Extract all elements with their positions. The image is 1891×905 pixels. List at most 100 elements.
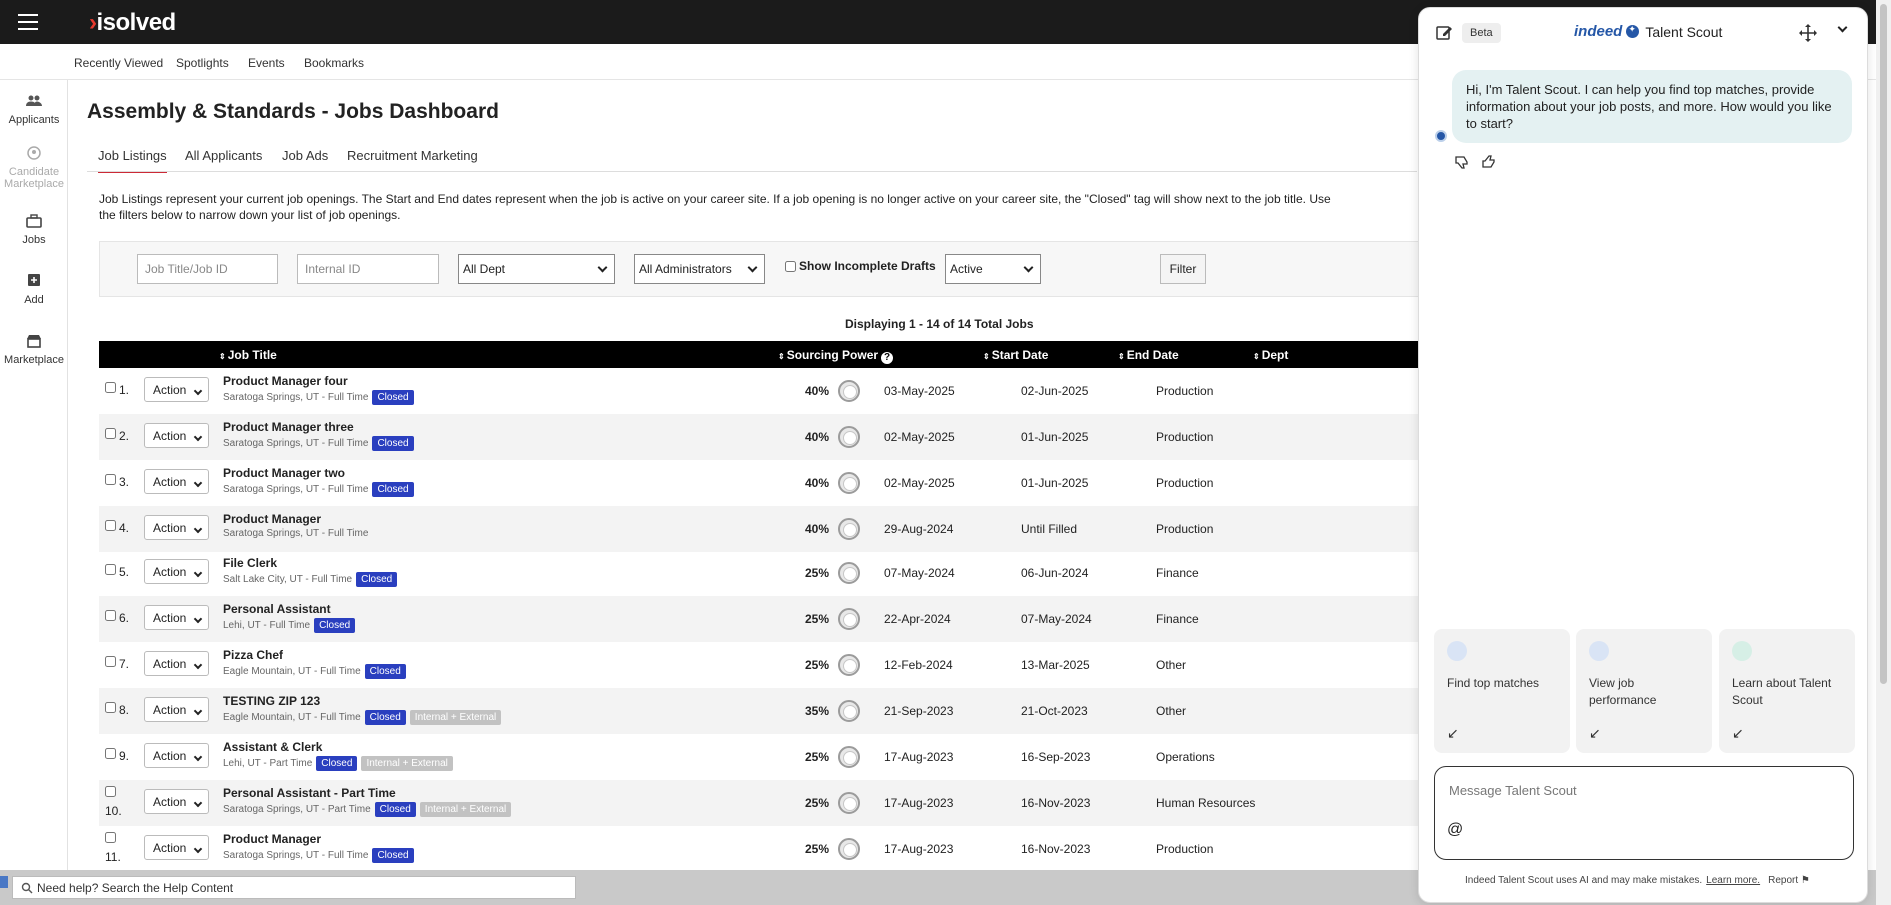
column-sourcing-power[interactable]: ⇕ Sourcing Power? — [778, 348, 894, 364]
tab-job-ads[interactable]: Job Ads — [282, 148, 328, 163]
status-select[interactable]: Active — [945, 254, 1041, 284]
action-dropdown[interactable]: Action — [144, 743, 209, 768]
end-date: 06-Jun-2024 — [1021, 566, 1089, 580]
card-find-top-matches[interactable]: Find top matches ↙ — [1434, 629, 1570, 753]
sourcing-power-ring-icon[interactable] — [838, 654, 860, 676]
sourcing-power-ring-icon[interactable] — [838, 700, 860, 722]
row-checkbox[interactable] — [105, 428, 116, 439]
action-dropdown[interactable]: Action — [144, 515, 209, 540]
sourcing-power-ring-icon[interactable] — [838, 518, 860, 540]
action-dropdown[interactable]: Action — [144, 559, 209, 584]
incomplete-drafts-checkbox-box[interactable] — [785, 260, 796, 272]
filter-button[interactable]: Filter — [1160, 254, 1206, 284]
row-checkbox[interactable] — [105, 702, 116, 713]
job-title-link[interactable]: File Clerk — [223, 556, 277, 570]
job-title-input[interactable] — [137, 254, 278, 284]
row-checkbox[interactable] — [105, 564, 116, 575]
job-title-link[interactable]: Personal Assistant — [223, 602, 331, 616]
sourcing-power-ring-icon[interactable] — [838, 838, 860, 860]
nav-spotlights[interactable]: Spotlights — [176, 56, 229, 70]
action-dropdown[interactable]: Action — [144, 469, 209, 494]
administrators-select[interactable]: All Administrators — [634, 254, 765, 284]
nav-recently-viewed[interactable]: Recently Viewed — [74, 56, 163, 70]
row-checkbox[interactable] — [105, 748, 116, 759]
action-dropdown[interactable]: Action — [144, 377, 209, 402]
rail-item-jobs[interactable]: Jobs — [0, 214, 68, 246]
column-job-title[interactable]: ⇕ Job Title — [219, 348, 277, 362]
action-dropdown[interactable]: Action — [144, 605, 209, 630]
sourcing-power-ring-icon[interactable] — [838, 472, 860, 494]
sourcing-power-ring-icon[interactable] — [838, 746, 860, 768]
row-checkbox[interactable] — [105, 656, 116, 667]
rail-item-applicants[interactable]: Applicants — [0, 94, 68, 126]
rail-item-add[interactable]: Add — [0, 274, 68, 306]
action-dropdown[interactable]: Action — [144, 697, 209, 722]
row-checkbox[interactable] — [105, 474, 116, 485]
card-learn-about-talent-scout[interactable]: Learn about Talent Scout ↙ — [1719, 629, 1855, 753]
action-dropdown[interactable]: Action — [144, 423, 209, 448]
help-search-input[interactable]: Need help? Search the Help Content — [12, 876, 576, 899]
internal-id-input[interactable] — [297, 254, 439, 284]
report-button[interactable]: Report ⚑ — [1768, 875, 1810, 886]
chevron-down-icon — [193, 432, 203, 442]
collapse-chevron-icon[interactable] — [1837, 22, 1848, 33]
isolved-logo[interactable]: ›isolved — [89, 9, 176, 37]
sourcing-power-ring-icon[interactable] — [838, 562, 860, 584]
closed-badge: Closed — [314, 618, 356, 633]
edit-icon[interactable] — [1435, 24, 1453, 42]
beta-badge: Beta — [1462, 23, 1501, 43]
sort-icon: ⇕ — [983, 352, 990, 361]
card-view-job-performance[interactable]: View job performance ↙ — [1576, 629, 1712, 753]
learn-more-link[interactable]: Learn more. — [1706, 875, 1760, 886]
column-start-date[interactable]: ⇕ Start Date — [983, 348, 1048, 362]
start-date: 22-Apr-2024 — [884, 612, 951, 626]
sourcing-power-ring-icon[interactable] — [838, 426, 860, 448]
column-end-date[interactable]: ⇕ End Date — [1118, 348, 1179, 362]
action-dropdown[interactable]: Action — [144, 835, 209, 860]
mention-icon[interactable]: @ — [1447, 821, 1463, 839]
job-title-link[interactable]: Product Manager — [223, 512, 321, 526]
nav-bookmarks[interactable]: Bookmarks — [304, 56, 364, 70]
job-title-link[interactable]: Product Manager — [223, 832, 321, 846]
sourcing-power-ring-icon[interactable] — [838, 380, 860, 402]
row-number: 1. — [119, 383, 130, 397]
action-label: Action — [153, 656, 187, 671]
job-title-link[interactable]: Pizza Chef — [223, 648, 283, 662]
thumbs-up-icon[interactable] — [1481, 154, 1497, 170]
row-checkbox[interactable] — [105, 520, 116, 531]
thumbs-down-icon[interactable] — [1454, 154, 1470, 170]
sourcing-power-ring-icon[interactable] — [838, 792, 860, 814]
job-title-link[interactable]: Product Manager three — [223, 420, 354, 434]
incomplete-drafts-checkbox[interactable]: Show Incomplete Drafts — [785, 259, 936, 273]
help-icon[interactable]: ? — [881, 352, 894, 364]
job-title-link[interactable]: Product Manager two — [223, 466, 345, 480]
scout-message-input[interactable]: Message Talent Scout @ — [1434, 766, 1854, 860]
job-title-link[interactable]: Assistant & Clerk — [223, 740, 322, 754]
sort-icon: ⇕ — [219, 352, 226, 361]
row-number: 8. — [119, 703, 130, 717]
rail-item-candidate-marketplace[interactable]: Candidate Marketplace — [0, 146, 68, 190]
column-dept[interactable]: ⇕ Dept — [1253, 348, 1288, 362]
job-subtitle: Saratoga Springs, UT - Part Time Closed In… — [223, 802, 512, 817]
row-checkbox[interactable] — [105, 786, 116, 797]
tab-recruitment-marketing[interactable]: Recruitment Marketing — [347, 148, 478, 163]
sourcing-power-ring-icon[interactable] — [838, 608, 860, 630]
action-dropdown[interactable]: Action — [144, 651, 209, 676]
closed-badge: Closed — [316, 756, 358, 771]
tab-job-listings[interactable]: Job Listings — [98, 148, 167, 173]
row-checkbox[interactable] — [105, 832, 116, 843]
job-title-link[interactable]: Personal Assistant - Part Time — [223, 786, 396, 800]
nav-events[interactable]: Events — [248, 56, 285, 70]
job-title-link[interactable]: TESTING ZIP 123 — [223, 694, 320, 708]
move-icon[interactable] — [1799, 24, 1817, 42]
rail-item-marketplace[interactable]: Marketplace — [0, 334, 68, 366]
job-title-link[interactable]: Product Manager four — [223, 374, 348, 388]
row-checkbox[interactable] — [105, 610, 116, 621]
dept-select[interactable]: All Dept — [458, 254, 615, 284]
menu-icon[interactable] — [18, 14, 38, 30]
action-dropdown[interactable]: Action — [144, 789, 209, 814]
row-checkbox[interactable] — [105, 382, 116, 393]
page-scrollbar-thumb[interactable] — [1880, 4, 1887, 684]
tab-all-applicants[interactable]: All Applicants — [185, 148, 262, 163]
jobs-table-body: 1. Action Product Manager four Saratoga Spr… — [99, 368, 1419, 870]
